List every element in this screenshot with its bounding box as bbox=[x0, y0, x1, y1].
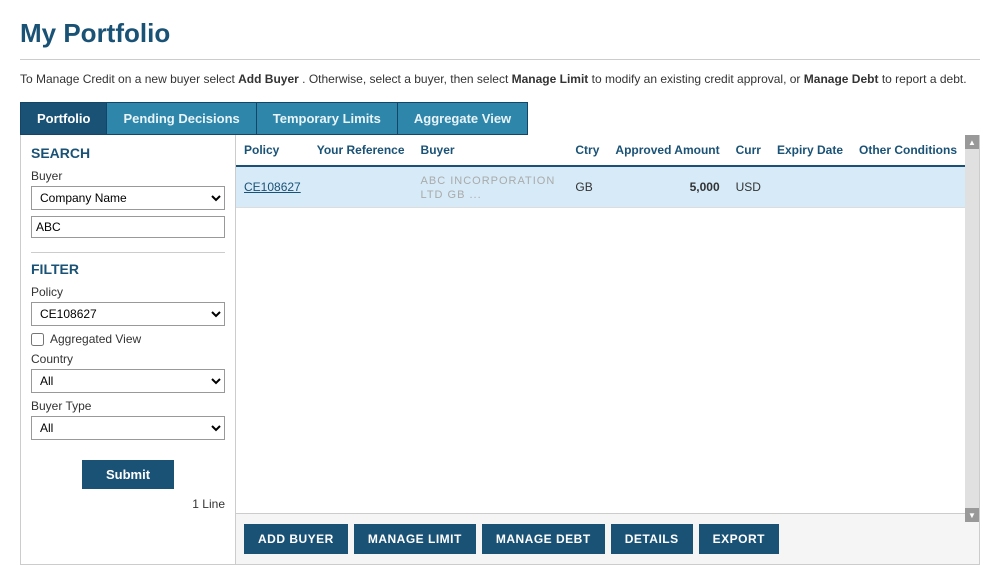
buyer-type-label: Buyer Type bbox=[31, 399, 225, 413]
cell-approved-amount: 5,000 bbox=[607, 166, 727, 208]
col-buyer: Buyer bbox=[413, 135, 568, 166]
tab-portfolio[interactable]: Portfolio bbox=[20, 102, 106, 135]
col-curr: Curr bbox=[728, 135, 769, 166]
tab-pending-decisions[interactable]: Pending Decisions bbox=[106, 102, 255, 135]
filter-heading: FILTER bbox=[31, 261, 225, 277]
portfolio-table: Policy Your Reference Buyer Ctry Approve… bbox=[236, 135, 965, 208]
search-heading: SEARCH bbox=[31, 145, 225, 161]
action-bar: ADD BUYER MANAGE LIMIT MANAGE DEBT DETAI… bbox=[236, 513, 979, 564]
add-buyer-button[interactable]: ADD BUYER bbox=[244, 524, 348, 554]
buyer-type-select[interactable]: All Private Public bbox=[31, 416, 225, 440]
scroll-up-button[interactable]: ▲ bbox=[965, 135, 979, 149]
policy-link[interactable]: CE108627 bbox=[244, 180, 301, 194]
country-label: Country bbox=[31, 352, 225, 366]
cell-your-reference bbox=[309, 166, 413, 208]
submit-button[interactable]: Submit bbox=[82, 460, 174, 489]
search-input[interactable] bbox=[31, 216, 225, 238]
manage-limit-button[interactable]: MANAGE LIMIT bbox=[354, 524, 476, 554]
cell-buyer: ABC INCORPORATION LTD GB ... bbox=[413, 166, 568, 208]
tab-temporary-limits[interactable]: Temporary Limits bbox=[256, 102, 397, 135]
scroll-down-button[interactable]: ▼ bbox=[965, 508, 979, 522]
col-approved-amount: Approved Amount bbox=[607, 135, 727, 166]
buyer-label: Buyer bbox=[31, 169, 225, 183]
cell-other-conditions bbox=[851, 166, 965, 208]
col-ctry: Ctry bbox=[567, 135, 607, 166]
page-title: My Portfolio bbox=[20, 18, 980, 49]
policy-select[interactable]: CE108627 All bbox=[31, 302, 225, 326]
country-select[interactable]: All GB US bbox=[31, 369, 225, 393]
scrollbar[interactable]: ▲ ▼ bbox=[965, 135, 979, 522]
export-button[interactable]: EXPORT bbox=[699, 524, 779, 554]
instruction-text: To Manage Credit on a new buyer select A… bbox=[20, 70, 980, 88]
tab-bar: Portfolio Pending Decisions Temporary Li… bbox=[20, 102, 980, 135]
col-expiry-date: Expiry Date bbox=[769, 135, 851, 166]
details-button[interactable]: DETAILS bbox=[611, 524, 693, 554]
aggregated-view-label: Aggregated View bbox=[50, 332, 141, 346]
policy-label: Policy bbox=[31, 285, 225, 299]
buyer-select[interactable]: Company Name Reference bbox=[31, 186, 225, 210]
sidebar: SEARCH Buyer Company Name Reference FILT… bbox=[21, 135, 236, 564]
manage-debt-button[interactable]: MANAGE DEBT bbox=[482, 524, 605, 554]
cell-curr: USD bbox=[728, 166, 769, 208]
cell-policy: CE108627 bbox=[236, 166, 309, 208]
cell-ctry: GB bbox=[567, 166, 607, 208]
table-area: Policy Your Reference Buyer Ctry Approve… bbox=[236, 135, 979, 564]
col-your-reference: Your Reference bbox=[309, 135, 413, 166]
tab-aggregate-view[interactable]: Aggregate View bbox=[397, 102, 528, 135]
cell-expiry-date bbox=[769, 166, 851, 208]
line-count: 1 Line bbox=[31, 497, 225, 511]
col-other-conditions: Other Conditions bbox=[851, 135, 965, 166]
table-row[interactable]: CE108627 ABC INCORPORATION LTD GB ... GB… bbox=[236, 166, 965, 208]
col-policy: Policy bbox=[236, 135, 309, 166]
aggregated-view-checkbox[interactable] bbox=[31, 333, 44, 346]
